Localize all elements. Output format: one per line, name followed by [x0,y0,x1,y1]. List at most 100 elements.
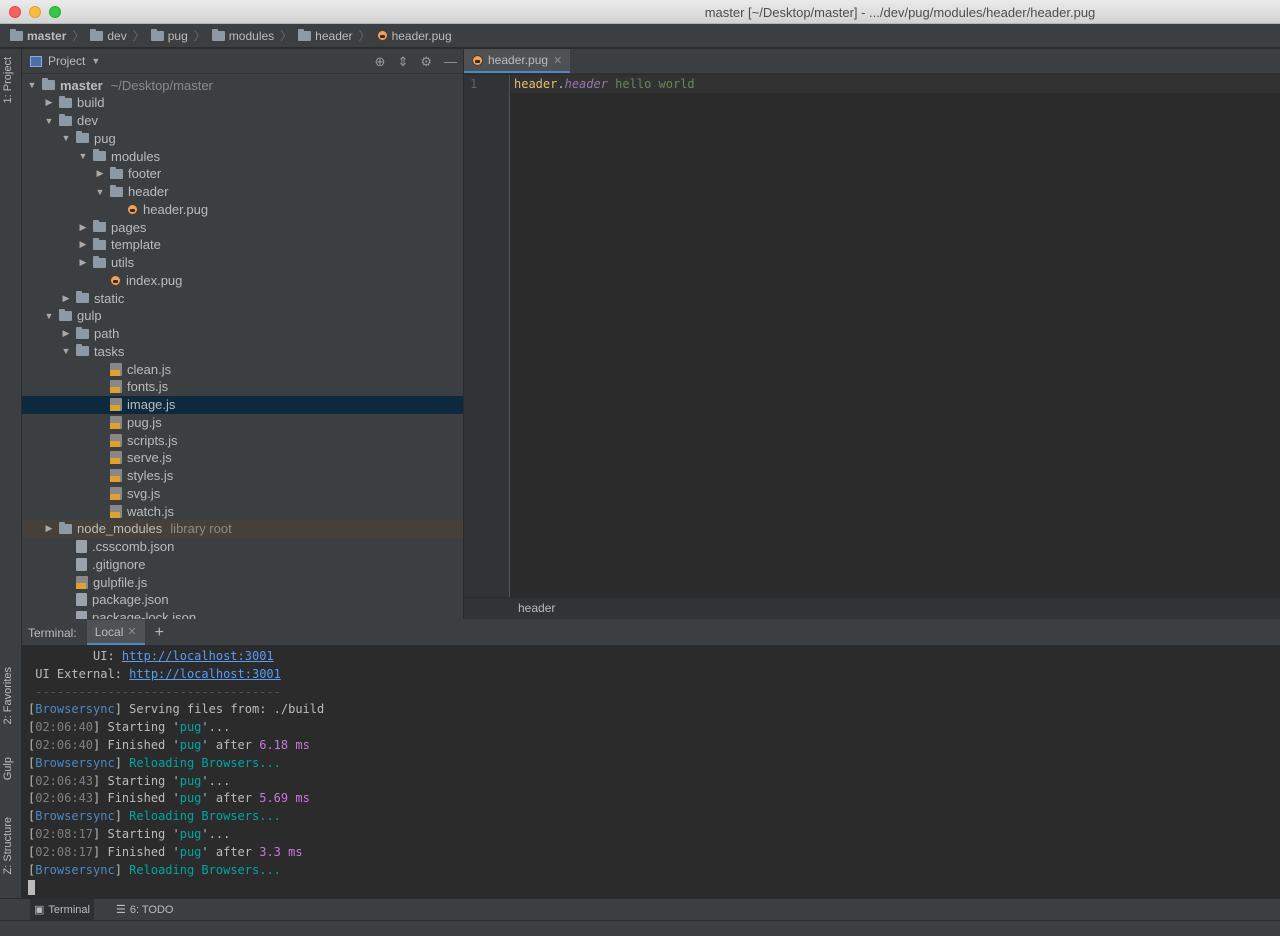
tree-item[interactable]: gulpfile.js [22,573,463,591]
tool-tab-gulp[interactable]: Gulp [2,757,14,780]
terminal-link[interactable]: http://localhost:3001 [129,667,281,681]
chevron-down-icon[interactable]: ▼ [60,133,72,143]
close-icon[interactable]: ✕ [553,54,562,67]
editor-tab-header-pug[interactable]: header.pug ✕ [464,49,571,73]
tree-item[interactable]: ▼ gulp [22,307,463,325]
tree-item[interactable]: ▶ build [22,94,463,112]
terminal-line: [02:08:17] Starting 'pug'... [28,826,1280,844]
tree-item[interactable]: ▼ master ~/Desktop/master [22,76,463,94]
tool-tab-project[interactable]: 1: Project [2,57,14,103]
terminal-text: 02:06:43 [35,791,94,806]
tree-item[interactable]: clean.js [22,360,463,378]
gear-icon[interactable]: ⚙ [420,54,432,70]
tree-item[interactable]: image.js [22,395,463,414]
tree-item-label: tasks [94,343,125,359]
terminal-text: ] Finished ' [93,791,180,806]
tree-item[interactable]: ▶ static [22,289,463,307]
tree-item[interactable]: serve.js [22,449,463,467]
tree-item[interactable]: ▼ modules [22,147,463,165]
breadcrumb-header-pug[interactable]: header.pug [376,29,452,43]
terminal-link[interactable]: http://localhost:3001 [122,649,274,663]
collapse-all-icon[interactable]: ⇕ [397,54,408,70]
chevron-down-icon[interactable]: ▼ [91,56,100,66]
close-icon[interactable]: ✕ [127,625,136,638]
tree-item[interactable]: ▼ header [22,183,463,201]
project-view-selector[interactable]: Project [48,54,85,68]
chevron-right-icon[interactable]: ▶ [43,523,55,534]
terminal-text: ] Starting ' [93,720,180,735]
terminal-text: Browsersync [35,755,115,770]
folder-icon [76,131,89,144]
terminal-text: Reloading Browsers... [129,809,281,824]
tree-item[interactable]: ▶ path [22,325,463,343]
chevron-down-icon[interactable]: ▼ [43,116,55,126]
locate-icon[interactable]: ⊕ [375,54,386,70]
tree-item[interactable]: package.json [22,591,463,609]
tree-item[interactable]: package-lock.json [22,609,463,619]
file-icon [76,557,87,571]
tree-item[interactable]: ▼ dev [22,112,463,130]
tree-item[interactable]: ▶ node_modules library root [22,519,463,538]
terminal-prompt-line[interactable] [28,879,1280,897]
terminal-text: Browsersync [35,862,115,877]
chevron-right-icon[interactable]: ▶ [94,168,106,179]
tree-item[interactable]: svg.js [22,484,463,502]
chevron-down-icon[interactable]: ▼ [43,311,55,321]
chevron-right-icon[interactable]: ▶ [77,257,89,268]
tree-item[interactable]: ▼ pug [22,129,463,147]
tree-item[interactable]: ▶ template [22,236,463,254]
terminal-text: UI: [28,649,122,663]
terminal-text: pug [179,737,202,752]
js-file-icon [110,451,122,465]
chevron-down-icon[interactable]: ▼ [26,80,38,90]
bottom-tab-terminal[interactable]: ▣ Terminal [30,898,94,921]
tree-item[interactable]: fonts.js [22,378,463,396]
chevron-right-icon[interactable]: ▶ [43,97,55,108]
tree-item-label: fonts.js [127,379,169,395]
tree-item-hint: ~/Desktop/master [110,77,213,93]
breadcrumb-dev[interactable]: dev [90,28,127,43]
chevron-right-icon[interactable]: ▶ [77,239,89,250]
tool-tab-favorites[interactable]: 2: Favorites [2,667,14,724]
terminal-text: pug [179,720,202,735]
tree-item[interactable]: .csscomb.json [22,538,463,556]
terminal-line: ---------------------------------- [28,684,1280,702]
tree-item-label: gulp [77,308,102,324]
tree-item[interactable]: index.pug [22,271,463,289]
tree-item[interactable]: pug.js [22,413,463,431]
tree-item[interactable]: watch.js [22,502,463,520]
chevron-right-icon[interactable]: ▶ [77,222,89,233]
chevron-right-icon[interactable]: ▶ [60,328,72,339]
new-session-icon[interactable]: + [155,624,164,642]
chevron-down-icon[interactable]: ▼ [77,151,89,161]
chevron-down-icon[interactable]: ▼ [94,187,106,197]
breadcrumb-header[interactable]: header [298,28,353,43]
folder-icon [76,326,89,339]
tree-item-label: package-lock.json [92,610,197,619]
folder-icon [59,308,72,321]
breadcrumb-master[interactable]: master [10,28,66,43]
tree-item[interactable]: styles.js [22,467,463,485]
breadcrumb-pug[interactable]: pug [150,28,188,43]
tree-item[interactable]: .gitignore [22,555,463,573]
tree-item-label: pages [111,219,147,235]
hide-icon[interactable]: — [444,54,457,70]
tree-item[interactable]: ▶ footer [22,165,463,183]
code-line[interactable]: header.header hello world [514,77,695,91]
chevron-down-icon[interactable]: ▼ [60,346,72,356]
editor-breadcrumb[interactable]: header [464,597,1280,619]
chevron-right-icon[interactable]: ▶ [60,293,72,304]
folder-icon [110,184,123,197]
tree-item[interactable]: ▶ utils [22,254,463,272]
breadcrumb-modules[interactable]: modules [211,28,274,43]
tree-item[interactable]: ▼ tasks [22,342,463,360]
terminal-tab-local[interactable]: Local ✕ [86,620,145,645]
tool-tab-structure[interactable]: Z: Structure [2,817,14,874]
tree-item-label: pug.js [127,414,162,430]
tree-item[interactable]: ▶ pages [22,218,463,236]
terminal-output[interactable]: UI: http://localhost:3001 UI External: h… [22,645,1280,897]
bottom-tab-todo[interactable]: ☰ 6: TODO [112,899,177,921]
tree-item[interactable]: header.pug [22,200,463,218]
tree-item[interactable]: scripts.js [22,431,463,449]
editor-area: header.pug ✕ 1 header.header hello world… [464,49,1280,619]
